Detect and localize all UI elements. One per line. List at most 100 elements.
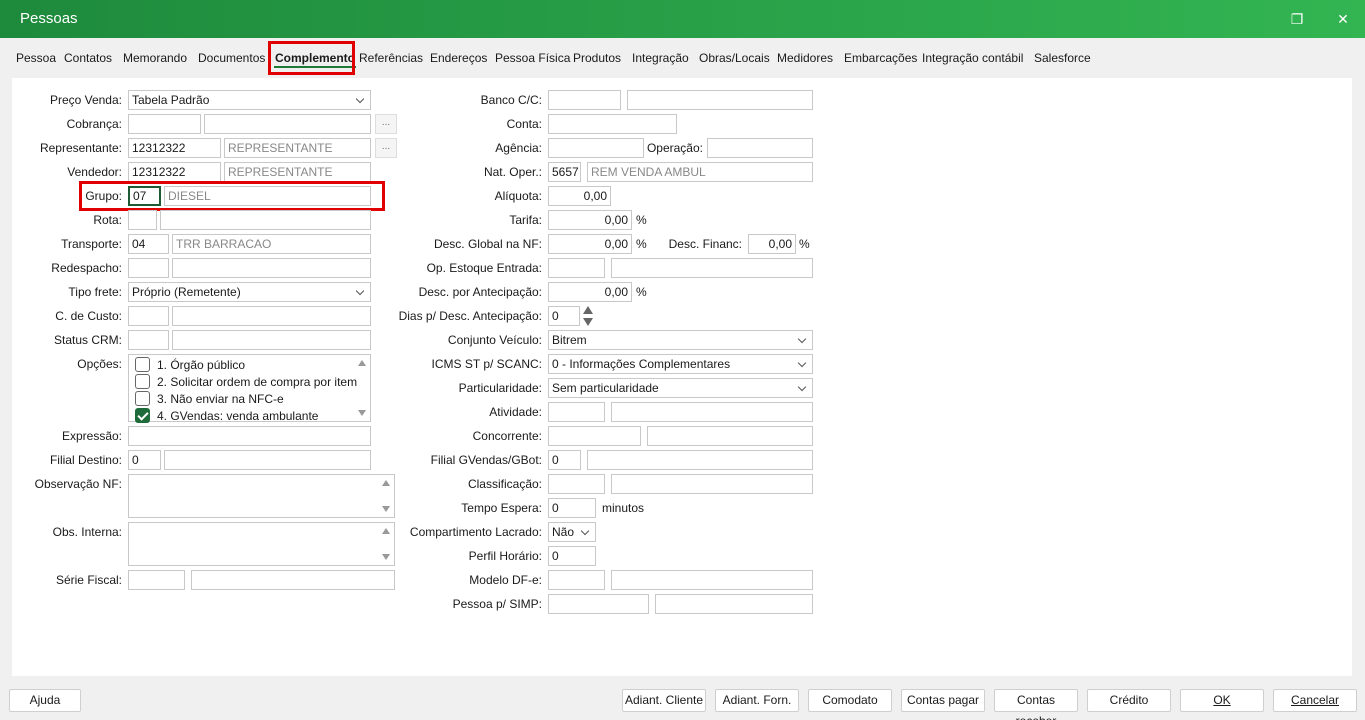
- scroll-down-icon[interactable]: [358, 410, 366, 416]
- obs-interna-scrollbar[interactable]: [378, 523, 394, 565]
- dias-antecip-label: Dias p/ Desc. Antecipação:: [398, 309, 542, 323]
- filial-gvendas-label: Filial GVendas/GBot:: [430, 453, 542, 467]
- pessoa-simp-code-input[interactable]: [548, 594, 649, 614]
- vendedor-code-input[interactable]: 12312322: [128, 162, 221, 182]
- redespacho-code-input[interactable]: [128, 258, 169, 278]
- scroll-up-icon[interactable]: [382, 480, 390, 486]
- cobranca-lookup-button[interactable]: ...: [375, 114, 397, 134]
- concorrente-code-input[interactable]: [548, 426, 641, 446]
- checkbox-ordem-compra[interactable]: [135, 374, 150, 389]
- obs-nf-scrollbar[interactable]: [378, 475, 394, 517]
- opcoes-list[interactable]: 1. Órgão público 2. Solicitar ordem de c…: [128, 354, 371, 425]
- option-nao-enviar-nfce[interactable]: 3. Não enviar na NFC-e: [135, 391, 284, 408]
- comodato-button[interactable]: Comodato: [808, 689, 892, 712]
- contas-pagar-button[interactable]: Contas pagar: [901, 689, 985, 712]
- particularidade-select[interactable]: Sem particularidade: [548, 378, 813, 398]
- spin-up-icon[interactable]: [583, 306, 593, 314]
- atividade-code-input[interactable]: [548, 402, 605, 422]
- representante-code-input[interactable]: 12312322: [128, 138, 221, 158]
- checkbox-nao-enviar-nfce[interactable]: [135, 391, 150, 406]
- scroll-down-icon[interactable]: [382, 554, 390, 560]
- tarifa-label: Tarifa:: [509, 213, 542, 227]
- pessoa-simp-label: Pessoa p/ SIMP:: [452, 597, 542, 611]
- custo-code-input[interactable]: [128, 306, 169, 326]
- ajuda-button[interactable]: Ajuda: [9, 689, 81, 712]
- dias-antecip-spinner[interactable]: [582, 305, 594, 327]
- cobranca-code-input[interactable]: [128, 114, 201, 134]
- adiant-cliente-button[interactable]: Adiant. Cliente: [622, 689, 706, 712]
- filial-destino-code-input[interactable]: 0: [128, 450, 161, 470]
- scroll-down-icon[interactable]: [382, 506, 390, 512]
- status-crm-code-input[interactable]: [128, 330, 169, 350]
- tab-integracao-contabil[interactable]: Integração contábil: [922, 51, 1023, 65]
- tab-memorando[interactable]: Memorando: [123, 51, 187, 65]
- tab-enderecos[interactable]: Endereços: [430, 51, 487, 65]
- ok-button[interactable]: OK: [1180, 689, 1264, 712]
- credito-button[interactable]: Crédito: [1087, 689, 1171, 712]
- operacao-input[interactable]: [707, 138, 813, 158]
- cancelar-button[interactable]: Cancelar: [1273, 689, 1357, 712]
- representante-lookup-button[interactable]: ...: [375, 138, 397, 158]
- rota-code-input[interactable]: [128, 210, 157, 230]
- conjunto-veiculo-label: Conjunto Veículo:: [447, 333, 542, 347]
- conta-input[interactable]: [548, 114, 677, 134]
- tab-pessoa-fisica[interactable]: Pessoa Física: [495, 51, 570, 65]
- serie-fiscal-name-field: [191, 570, 395, 590]
- desc-financ-input[interactable]: 0,00: [748, 234, 796, 254]
- option-ordem-compra[interactable]: 2. Solicitar ordem de compra por item: [135, 374, 357, 391]
- conjunto-veiculo-select[interactable]: Bitrem: [548, 330, 813, 350]
- icms-st-label: ICMS ST p/ SCANC:: [431, 357, 542, 371]
- cancelar-button-label: Cancelar: [1290, 693, 1340, 707]
- tab-referencias[interactable]: Referências: [359, 51, 423, 65]
- tab-embarcacoes[interactable]: Embarcações: [844, 51, 917, 65]
- modelo-dfe-code-input[interactable]: [548, 570, 605, 590]
- scroll-up-icon[interactable]: [382, 528, 390, 534]
- banco-code-input[interactable]: [548, 90, 621, 110]
- contas-receber-button[interactable]: Contas receber: [994, 689, 1078, 720]
- close-icon[interactable]: ✕: [1332, 8, 1354, 30]
- tarifa-input[interactable]: 0,00: [548, 210, 632, 230]
- tab-documentos[interactable]: Documentos: [198, 51, 265, 65]
- checkbox-venda-ambulante[interactable]: [135, 408, 150, 423]
- preco-venda-select[interactable]: Tabela Padrão: [128, 90, 371, 110]
- tab-bar: Pessoa Contatos Memorando Documentos Com…: [0, 38, 1365, 78]
- checkbox-orgao-publico[interactable]: [135, 357, 150, 372]
- opcoes-scrollbar[interactable]: [354, 355, 370, 421]
- agencia-input[interactable]: [548, 138, 644, 158]
- tab-medidores[interactable]: Medidores: [777, 51, 833, 65]
- obs-nf-textarea[interactable]: [128, 474, 395, 518]
- spin-down-icon[interactable]: [583, 318, 593, 326]
- dias-antecip-input[interactable]: 0: [548, 306, 580, 326]
- obs-interna-label: Obs. Interna:: [52, 525, 122, 539]
- tab-pessoa[interactable]: Pessoa: [16, 51, 56, 65]
- tab-obras-locais[interactable]: Obras/Locais: [699, 51, 770, 65]
- tempo-espera-input[interactable]: 0: [548, 498, 596, 518]
- expressao-input[interactable]: [128, 426, 371, 446]
- desc-antecip-input[interactable]: 0,00: [548, 282, 632, 302]
- op-estoque-code-input[interactable]: [548, 258, 605, 278]
- perfil-horario-input[interactable]: 0: [548, 546, 596, 566]
- restore-icon[interactable]: ❐: [1286, 8, 1308, 30]
- perfil-horario-label: Perfil Horário:: [468, 549, 542, 563]
- classificacao-code-input[interactable]: [548, 474, 605, 494]
- tab-salesforce[interactable]: Salesforce: [1034, 51, 1091, 65]
- nat-oper-code-input[interactable]: 5657: [548, 162, 581, 182]
- scroll-up-icon[interactable]: [358, 360, 366, 366]
- tempo-espera-label: Tempo Espera:: [461, 501, 542, 515]
- obs-interna-textarea[interactable]: [128, 522, 395, 566]
- tab-contatos[interactable]: Contatos: [64, 51, 112, 65]
- icms-st-select[interactable]: 0 - Informações Complementares: [548, 354, 813, 374]
- option-orgao-publico[interactable]: 1. Órgão público: [135, 357, 245, 374]
- filial-gvendas-code-input[interactable]: 0: [548, 450, 581, 470]
- desc-global-input[interactable]: 0,00: [548, 234, 632, 254]
- tab-produtos[interactable]: Produtos: [573, 51, 621, 65]
- transporte-code-input[interactable]: 04: [128, 234, 169, 254]
- compartimento-select[interactable]: Não: [548, 522, 596, 542]
- preco-venda-label: Preço Venda:: [49, 93, 122, 107]
- aliquota-input[interactable]: 0,00: [548, 186, 611, 206]
- option-venda-ambulante[interactable]: 4. GVendas: venda ambulante: [135, 408, 318, 425]
- tab-integracao[interactable]: Integração: [632, 51, 689, 65]
- serie-fiscal-code-input[interactable]: [128, 570, 185, 590]
- adiant-forn-button[interactable]: Adiant. Forn.: [715, 689, 799, 712]
- tipo-frete-select[interactable]: Próprio (Remetente): [128, 282, 371, 302]
